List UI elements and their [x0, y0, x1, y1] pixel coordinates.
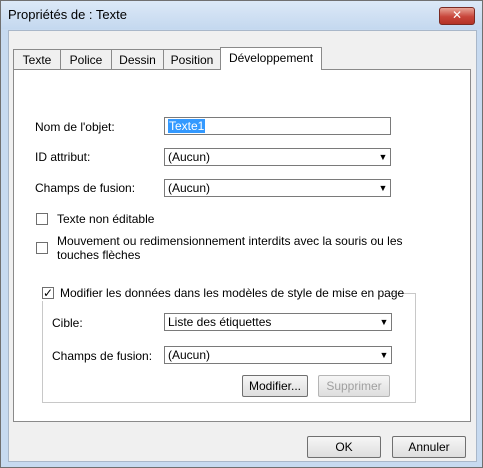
- merge-field-label: Champs de fusion:: [35, 181, 136, 195]
- target-dropdown[interactable]: Liste des étiquettes ▼: [164, 313, 392, 331]
- dialog-body: Texte Police Dessin Position Développeme…: [8, 30, 477, 462]
- target-value: Liste des étiquettes: [168, 315, 272, 329]
- modify-button[interactable]: Modifier...: [242, 375, 308, 397]
- group-merge-field-label: Champs de fusion:: [52, 349, 153, 363]
- merge-field-dropdown[interactable]: (Aucun) ▼: [164, 179, 391, 197]
- lock-move-resize-label: Mouvement ou redimensionnement interdits…: [57, 234, 403, 262]
- tab-developpement[interactable]: Développement: [220, 47, 322, 70]
- dropdown-arrow-icon[interactable]: ▼: [378, 151, 388, 163]
- delete-button[interactable]: Supprimer: [318, 375, 390, 397]
- merge-field-value: (Aucun): [168, 181, 211, 195]
- object-name-value: Texte1: [168, 119, 206, 133]
- close-icon: ✕: [451, 8, 463, 22]
- title-bar[interactable]: Propriétés de : Texte ✕: [1, 1, 482, 29]
- id-attribute-dropdown[interactable]: (Aucun) ▼: [164, 148, 391, 166]
- dropdown-arrow-icon[interactable]: ▼: [378, 182, 388, 194]
- dropdown-arrow-icon[interactable]: ▼: [379, 316, 389, 328]
- id-attribute-label: ID attribut:: [35, 150, 91, 164]
- properties-dialog: Propriétés de : Texte ✕ Texte Police Des…: [0, 0, 483, 468]
- tab-texte[interactable]: Texte: [13, 49, 61, 69]
- modify-data-label: Modifier les données dans les modèles de…: [60, 286, 405, 300]
- object-name-label: Nom de l'objet:: [35, 120, 115, 134]
- id-attribute-value: (Aucun): [168, 150, 211, 164]
- non-editable-checkbox[interactable]: [36, 213, 48, 225]
- checkmark-icon: ✓: [43, 286, 54, 300]
- dropdown-arrow-icon[interactable]: ▼: [379, 349, 389, 361]
- window-title: Propriétés de : Texte: [8, 7, 127, 22]
- lock-move-resize-checkbox[interactable]: [36, 242, 48, 254]
- ok-button[interactable]: OK: [307, 436, 381, 458]
- lock-move-resize-label-line2: touches flèches: [57, 248, 141, 262]
- developpement-panel: Nom de l'objet: Texte1 ID attribut: (Auc…: [13, 69, 471, 422]
- tab-police[interactable]: Police: [60, 49, 112, 69]
- target-label: Cible:: [52, 316, 83, 330]
- groupbox-header: ✓ Modifier les données dans les modèles …: [42, 285, 404, 301]
- modify-data-checkbox[interactable]: ✓: [42, 287, 54, 299]
- tab-position[interactable]: Position: [163, 49, 221, 69]
- close-button[interactable]: ✕: [439, 7, 475, 25]
- object-name-input[interactable]: Texte1: [164, 117, 391, 135]
- lock-move-resize-label-line1: Mouvement ou redimensionnement interdits…: [57, 234, 403, 248]
- group-merge-field-value: (Aucun): [168, 348, 211, 362]
- non-editable-label: Texte non éditable: [57, 212, 155, 226]
- group-merge-field-dropdown[interactable]: (Aucun) ▼: [164, 346, 392, 364]
- tab-dessin[interactable]: Dessin: [111, 49, 164, 69]
- cancel-button[interactable]: Annuler: [392, 436, 466, 458]
